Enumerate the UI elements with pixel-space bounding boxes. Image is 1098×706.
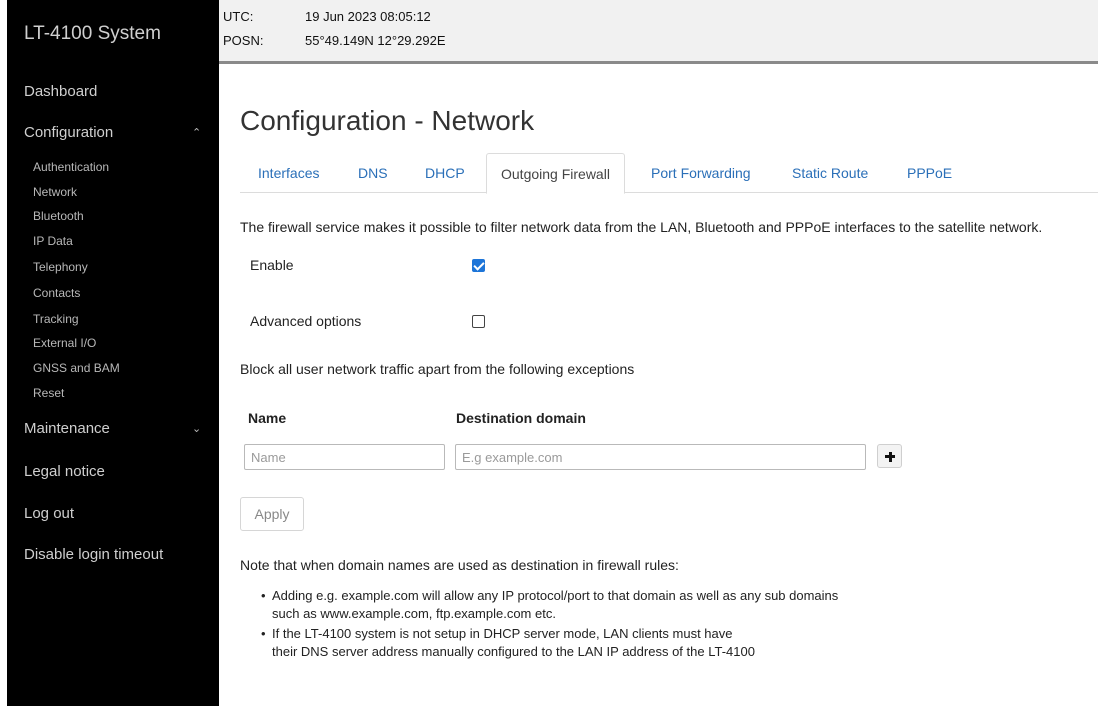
nav-configuration[interactable]: Configuration bbox=[24, 124, 113, 141]
bullet-icon: • bbox=[261, 588, 266, 603]
tab-bar: Interfaces DNS DHCP Outgoing Firewall Po… bbox=[240, 153, 1098, 194]
bullet-2-line-1: If the LT-4100 system is not setup in DH… bbox=[272, 626, 733, 641]
enable-checkbox[interactable] bbox=[472, 259, 485, 272]
list-item: • Adding e.g. example.com will allow any… bbox=[258, 587, 838, 623]
enable-label: Enable bbox=[250, 257, 294, 273]
nav-sub-external-io[interactable]: External I/O bbox=[33, 336, 96, 350]
posn-value: 55°49.149N 12°29.292E bbox=[305, 33, 446, 48]
tab-static-route[interactable]: Static Route bbox=[792, 153, 868, 193]
destination-column-header: Destination domain bbox=[456, 410, 586, 426]
list-item: • If the LT-4100 system is not setup in … bbox=[258, 625, 838, 661]
advanced-options-label: Advanced options bbox=[250, 313, 362, 329]
apply-button[interactable]: Apply bbox=[240, 497, 304, 531]
bullet-1-line-1: Adding e.g. example.com will allow any I… bbox=[272, 588, 839, 603]
nav-sub-gnss-bam[interactable]: GNSS and BAM bbox=[33, 361, 120, 375]
note-list: • Adding e.g. example.com will allow any… bbox=[258, 587, 838, 663]
tab-dhcp[interactable]: DHCP bbox=[425, 153, 465, 193]
nav-sub-reset[interactable]: Reset bbox=[33, 386, 64, 400]
nav-sub-tracking[interactable]: Tracking bbox=[33, 312, 79, 326]
utc-label: UTC: bbox=[223, 9, 254, 24]
bullet-icon: • bbox=[261, 626, 266, 641]
chevron-down-icon[interactable]: ⌄ bbox=[192, 422, 201, 435]
bullet-2-line-2: their DNS server address manually config… bbox=[272, 644, 755, 659]
rule-name-input[interactable] bbox=[244, 444, 445, 470]
tab-pppoe[interactable]: PPPoE bbox=[907, 153, 952, 193]
domain-note: Note that when domain names are used as … bbox=[240, 557, 679, 573]
nav-maintenance[interactable]: Maintenance bbox=[24, 420, 110, 437]
nav-dashboard[interactable]: Dashboard bbox=[24, 83, 97, 100]
sidebar: LT-4100 System Dashboard Configuration ⌃… bbox=[7, 0, 219, 706]
tab-dns[interactable]: DNS bbox=[358, 153, 388, 193]
status-bar: UTC: 19 Jun 2023 08:05:12 POSN: 55°49.14… bbox=[219, 0, 1098, 64]
block-traffic-text: Block all user network traffic apart fro… bbox=[240, 361, 635, 377]
nav-disable-login-timeout[interactable]: Disable login timeout bbox=[24, 546, 163, 563]
bullet-1-line-2: such as www.example.com, ftp.example.com… bbox=[272, 606, 556, 621]
utc-value: 19 Jun 2023 08:05:12 bbox=[305, 9, 431, 24]
advanced-options-checkbox[interactable] bbox=[472, 315, 485, 328]
name-column-header: Name bbox=[248, 410, 287, 426]
destination-domain-input[interactable] bbox=[455, 444, 866, 470]
nav-sub-telephony[interactable]: Telephony bbox=[33, 260, 88, 274]
nav-sub-contacts[interactable]: Contacts bbox=[33, 286, 80, 300]
posn-label: POSN: bbox=[223, 33, 264, 48]
tab-interfaces[interactable]: Interfaces bbox=[258, 153, 319, 193]
firewall-description: The firewall service makes it possible t… bbox=[240, 219, 1043, 235]
nav-sub-bluetooth[interactable]: Bluetooth bbox=[33, 209, 84, 223]
brand-title: LT-4100 System bbox=[24, 23, 161, 44]
tab-port-forwarding[interactable]: Port Forwarding bbox=[651, 153, 751, 193]
nav-log-out[interactable]: Log out bbox=[24, 505, 74, 522]
chevron-up-icon[interactable]: ⌃ bbox=[192, 126, 201, 139]
nav-sub-ip-data[interactable]: IP Data bbox=[33, 234, 73, 248]
nav-sub-network[interactable]: Network bbox=[33, 185, 77, 199]
add-rule-button[interactable] bbox=[877, 444, 902, 468]
nav-legal-notice[interactable]: Legal notice bbox=[24, 463, 105, 480]
nav-sub-authentication[interactable]: Authentication bbox=[33, 160, 109, 174]
tab-outgoing-firewall[interactable]: Outgoing Firewall bbox=[486, 153, 625, 194]
page-title: Configuration - Network bbox=[240, 105, 535, 136]
